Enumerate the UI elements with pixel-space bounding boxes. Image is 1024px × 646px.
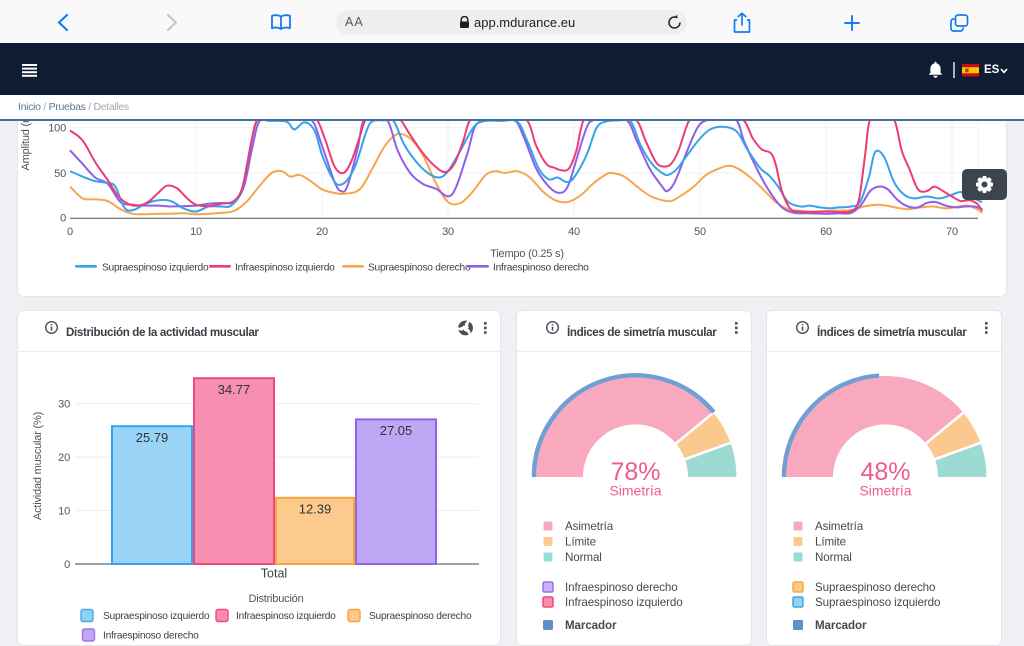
svg-text:10: 10 xyxy=(58,506,70,518)
svg-text:Infraespinoso izquierdo: Infraespinoso izquierdo xyxy=(235,263,335,274)
svg-text:20: 20 xyxy=(316,226,328,238)
svg-text:Marcador: Marcador xyxy=(815,619,867,632)
svg-text:10: 10 xyxy=(190,226,202,238)
svg-text:70: 70 xyxy=(946,226,958,238)
svg-text:100: 100 xyxy=(48,123,66,135)
svg-text:0: 0 xyxy=(64,559,70,571)
svg-text:Normal: Normal xyxy=(565,551,602,564)
svg-text:Infraespinoso izquierdo: Infraespinoso izquierdo xyxy=(236,611,336,622)
svg-text:30: 30 xyxy=(58,399,70,411)
svg-text:Total: Total xyxy=(261,567,287,581)
svg-text:12.39: 12.39 xyxy=(299,502,332,517)
svg-text:Marcador: Marcador xyxy=(565,619,617,632)
svg-text:Distribución: Distribución xyxy=(248,593,303,605)
svg-text:Límite: Límite xyxy=(815,536,846,549)
svg-text:Supraespinoso derecho: Supraespinoso derecho xyxy=(815,581,935,594)
svg-text:27.05: 27.05 xyxy=(380,423,413,438)
svg-text:Asimetría: Asimetría xyxy=(565,520,614,533)
svg-text:Supraespinoso derecho: Supraespinoso derecho xyxy=(368,263,471,274)
svg-text:40: 40 xyxy=(568,226,580,238)
svg-text:Supraespinoso izquierdo: Supraespinoso izquierdo xyxy=(103,611,210,622)
svg-text:Infraespinoso derecho: Infraespinoso derecho xyxy=(565,581,678,594)
svg-text:34.77: 34.77 xyxy=(218,382,251,397)
svg-text:Infraespinoso derecho: Infraespinoso derecho xyxy=(493,263,589,274)
svg-text:Simetría: Simetría xyxy=(859,483,911,499)
svg-text:Supraespinoso izquierdo: Supraespinoso izquierdo xyxy=(815,596,940,609)
svg-text:0: 0 xyxy=(60,213,66,225)
svg-text:Asimetría: Asimetría xyxy=(815,520,864,533)
svg-text:Supraespinoso izquierdo: Supraespinoso izquierdo xyxy=(102,263,209,274)
svg-text:Amplitud (mV): Amplitud (mV) xyxy=(20,121,32,171)
svg-text:30: 30 xyxy=(442,226,454,238)
svg-text:Simetría: Simetría xyxy=(609,483,661,499)
svg-text:Supraespinoso derecho: Supraespinoso derecho xyxy=(369,611,472,622)
svg-text:Límite: Límite xyxy=(565,536,596,549)
svg-text:Normal: Normal xyxy=(815,551,852,564)
svg-text:20: 20 xyxy=(58,452,70,464)
svg-text:Tiempo (0.25 s): Tiempo (0.25 s) xyxy=(490,248,564,260)
svg-text:50: 50 xyxy=(54,168,66,180)
svg-text:Actividad muscular (%): Actividad muscular (%) xyxy=(32,412,44,520)
svg-text:Infraespinoso izquierdo: Infraespinoso izquierdo xyxy=(565,596,683,609)
svg-text:60: 60 xyxy=(820,226,832,238)
svg-text:25.79: 25.79 xyxy=(136,430,169,445)
svg-text:0: 0 xyxy=(67,226,73,238)
svg-text:50: 50 xyxy=(694,226,706,238)
